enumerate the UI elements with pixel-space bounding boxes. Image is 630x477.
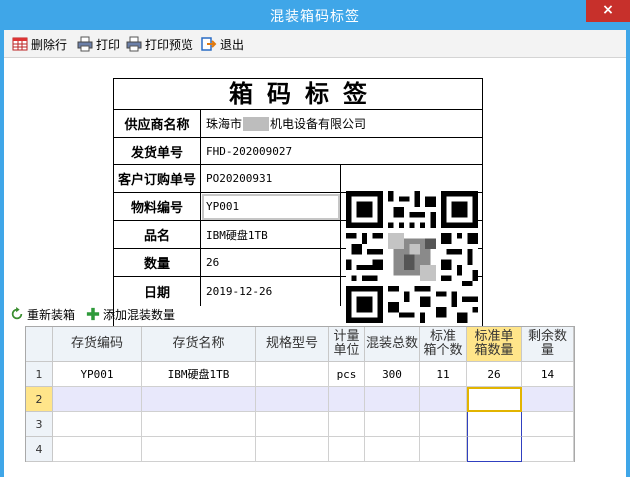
close-button[interactable]: × <box>586 0 630 22</box>
shipment-value: FHD-202009027 <box>206 144 293 158</box>
add-mixed-quantity-label: 添加混装数量 <box>103 307 176 322</box>
exit-icon <box>201 37 217 51</box>
cell-remaining[interactable] <box>522 437 574 462</box>
cell-mixed-total[interactable] <box>365 412 420 437</box>
header-item-code[interactable]: 存货编码 <box>53 327 142 362</box>
cell-unit[interactable] <box>329 412 365 437</box>
label-row-supplier: 供应商名称 珠海市 机电设备有限公司 <box>114 110 482 138</box>
header-unit[interactable]: 计量 单位 <box>329 327 365 362</box>
label-row-shipment: 发货单号 FHD-202009027 <box>114 138 482 165</box>
delete-row-label: 删除行 <box>31 37 68 52</box>
redacted-block <box>243 116 270 131</box>
cell-unit[interactable]: pcs <box>329 362 365 387</box>
cell-item-code[interactable] <box>53 387 142 412</box>
cell-item-name[interactable] <box>142 387 256 412</box>
product-key: 品名 <box>114 221 201 248</box>
print-preview-button[interactable]: 打印预览 <box>126 35 193 53</box>
qr-code-icon <box>346 191 478 323</box>
cell-remaining[interactable]: 14 <box>522 362 574 387</box>
window-title: 混装箱码标签 <box>270 9 360 25</box>
cell-spec[interactable] <box>256 437 329 462</box>
row-number[interactable]: 3 <box>26 412 53 437</box>
delete-row-button[interactable]: 删除行 <box>12 35 67 53</box>
print-button[interactable]: 打印 <box>77 35 120 53</box>
supplier-value-prefix: 珠海市 <box>206 117 243 131</box>
cell-spec[interactable] <box>256 387 329 412</box>
cell-item-code[interactable] <box>53 437 142 462</box>
cell-mixed-total[interactable] <box>365 387 420 412</box>
row-number[interactable]: 1 <box>26 362 53 387</box>
shipment-key: 发货单号 <box>114 138 201 164</box>
po-key: 客户订购单号 <box>114 165 201 192</box>
cell-std-box-qty[interactable] <box>467 437 522 462</box>
date-value: 2019-12-26 <box>206 285 273 298</box>
print-preview-label: 打印预览 <box>145 37 194 52</box>
supplier-value: 珠海市 机电设备有限公司 <box>206 110 366 137</box>
cell-item-name[interactable] <box>142 437 256 462</box>
cell-item-name[interactable]: IBM硬盘1TB <box>142 362 256 387</box>
window-client: 删除行 打印 打印预览 退出 箱码标签 供应商名称 珠海市 机电设备有限公司 发… <box>4 30 626 477</box>
cell-std-box-count[interactable] <box>420 412 467 437</box>
material-value: YP001 <box>206 200 240 213</box>
active-cell-std-box-qty[interactable] <box>467 387 522 412</box>
product-value: IBM硬盘1TB <box>206 228 268 242</box>
cell-spec[interactable] <box>256 362 329 387</box>
exit-label: 退出 <box>220 37 245 52</box>
delete-row-icon <box>12 37 28 51</box>
box-label: 箱码标签 供应商名称 珠海市 机电设备有限公司 发货单号 FHD-20200902… <box>113 78 483 329</box>
cell-mixed-total[interactable] <box>365 437 420 462</box>
cell-item-code[interactable]: YP001 <box>53 362 142 387</box>
cell-mixed-total[interactable]: 300 <box>365 362 420 387</box>
label-title: 箱码标签 <box>114 79 482 110</box>
cell-std-box-count[interactable] <box>420 437 467 462</box>
header-mixed-total[interactable]: 混装总数 <box>365 327 420 362</box>
exit-button[interactable]: 退出 <box>201 35 244 53</box>
print-preview-icon <box>126 36 142 52</box>
material-key: 物料编号 <box>114 193 201 220</box>
grid-corner <box>26 327 53 362</box>
cell-std-box-qty[interactable] <box>467 412 522 437</box>
mixed-items-grid: 存货编码 存货名称 规格型号 计量 单位 混装总数 标准 箱个数 标准单 箱数量… <box>25 326 575 462</box>
po-value: PO20200931 <box>206 172 273 185</box>
row-number[interactable]: 2 <box>26 387 53 412</box>
main-toolbar: 删除行 打印 打印预览 退出 <box>4 30 626 58</box>
cell-std-box-count[interactable] <box>420 387 467 412</box>
quantity-value: 26 <box>206 256 220 269</box>
header-std-box-qty[interactable]: 标准单 箱数量 <box>467 327 522 362</box>
supplier-key: 供应商名称 <box>114 110 201 137</box>
cell-item-code[interactable] <box>53 412 142 437</box>
label-row-po: 客户订购单号 PO20200931 <box>114 165 482 193</box>
header-remaining[interactable]: 剩余数量 <box>522 327 574 362</box>
cell-std-box-qty[interactable]: 26 <box>467 362 522 387</box>
cell-remaining[interactable] <box>522 412 574 437</box>
cell-remaining[interactable] <box>522 387 574 412</box>
cell-std-box-count[interactable]: 11 <box>420 362 467 387</box>
cell-item-name[interactable] <box>142 412 256 437</box>
row-number[interactable]: 4 <box>26 437 53 462</box>
header-std-box-count[interactable]: 标准 箱个数 <box>420 327 467 362</box>
plus-icon <box>86 307 100 321</box>
add-mixed-quantity-button[interactable]: 添加混装数量 <box>86 306 175 322</box>
printer-icon <box>77 36 93 52</box>
cell-unit[interactable] <box>329 387 365 412</box>
print-label: 打印 <box>96 37 121 52</box>
repack-button[interactable]: 重新装箱 <box>10 306 75 322</box>
cell-spec[interactable] <box>256 412 329 437</box>
title-bar: 混装箱码标签 × <box>0 0 630 30</box>
cell-unit[interactable] <box>329 437 365 462</box>
repack-label: 重新装箱 <box>27 307 76 322</box>
supplier-value-suffix: 机电设备有限公司 <box>270 117 367 131</box>
header-item-name[interactable]: 存货名称 <box>142 327 256 362</box>
quantity-key: 数量 <box>114 249 201 276</box>
refresh-icon <box>11 307 23 320</box>
header-spec[interactable]: 规格型号 <box>256 327 329 362</box>
date-key: 日期 <box>114 277 201 306</box>
